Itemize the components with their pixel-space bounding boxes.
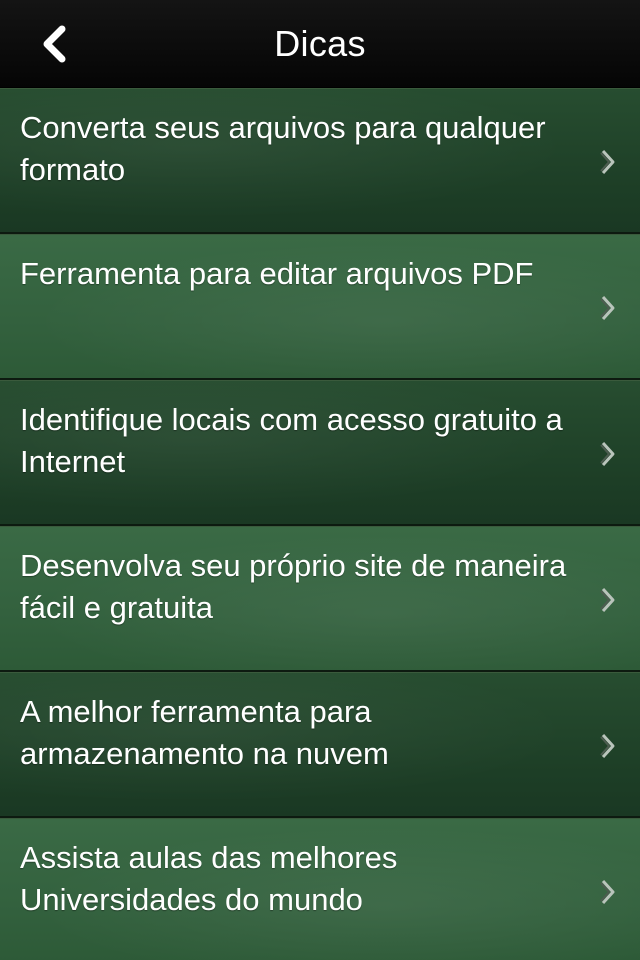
screen: Dicas Converta seus arquivos para qualqu… (0, 0, 640, 960)
list-item[interactable]: Ferramenta para editar arquivos PDF (0, 234, 640, 380)
chevron-right-icon (600, 441, 615, 467)
list-item[interactable]: Assista aulas das melhores Universidades… (0, 818, 640, 960)
list-item-label: Converta seus arquivos para qualquer for… (20, 110, 546, 187)
list-item[interactable]: Converta seus arquivos para qualquer for… (0, 88, 640, 234)
page-title: Dicas (274, 23, 366, 64)
navigation-bar: Dicas (0, 0, 640, 88)
list-item-label: Assista aulas das melhores Universidades… (20, 840, 398, 917)
list-item[interactable]: Identifique locais com acesso gratuito a… (0, 380, 640, 526)
chevron-right-icon (600, 587, 615, 613)
chevron-right-icon (600, 879, 615, 905)
tips-list: Converta seus arquivos para qualquer for… (0, 88, 640, 960)
list-item-label: Desenvolva seu próprio site de maneira f… (20, 548, 567, 625)
list-item[interactable]: Desenvolva seu próprio site de maneira f… (0, 526, 640, 672)
chevron-right-icon (600, 149, 615, 175)
chevron-right-icon (600, 295, 615, 321)
list-item[interactable]: A melhor ferramenta para armazenamento n… (0, 672, 640, 818)
list-item-label: A melhor ferramenta para armazenamento n… (20, 694, 389, 771)
list-item-label: Identifique locais com acesso gratuito a… (20, 402, 563, 479)
list-item-label: Ferramenta para editar arquivos PDF (20, 256, 534, 291)
chevron-right-icon (600, 733, 615, 759)
